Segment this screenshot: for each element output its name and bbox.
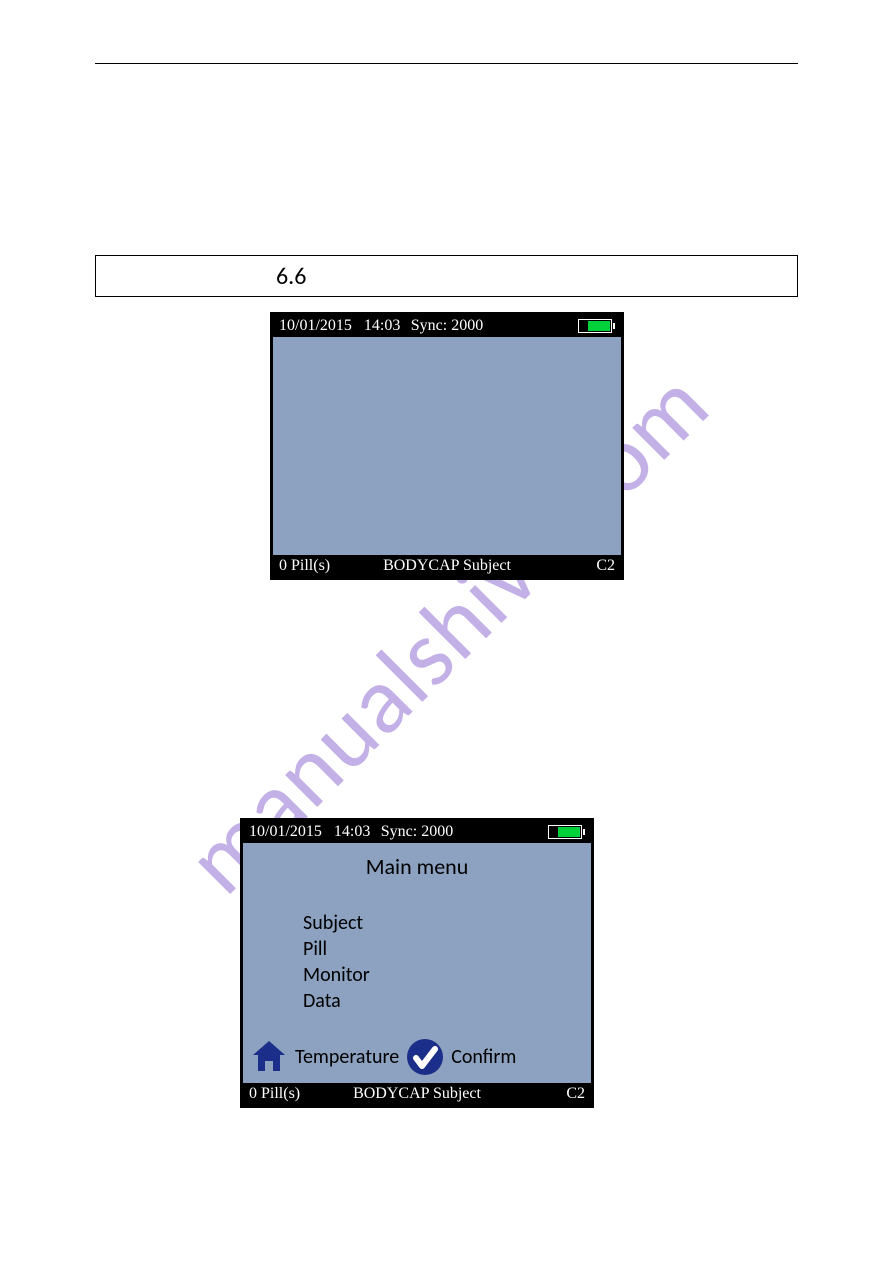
status-bar: 10/01/2015 14:03 Sync: 2000 [243, 821, 591, 843]
home-icon[interactable] [249, 1037, 289, 1077]
battery-icon [578, 319, 615, 333]
main-menu-list: Subject Pill Monitor Data [303, 910, 591, 1014]
status-date: 10/01/2015 [279, 315, 352, 337]
device-body: Main menu Subject Pill Monitor Data Temp… [243, 843, 591, 1083]
device-screen-1: 10/01/2015 14:03 Sync: 2000 0 Pill(s) BO… [270, 312, 624, 580]
status-sync: Sync: 2000 [381, 821, 453, 843]
footer-subject: BODYCAP Subject [353, 1083, 481, 1105]
footer-bar: 0 Pill(s) BODYCAP Subject C2 [273, 555, 621, 577]
footer-channel: C2 [566, 1083, 585, 1105]
section-number: 6.6 [276, 262, 306, 291]
check-circle-icon[interactable] [405, 1037, 445, 1077]
main-menu-title: Main menu [243, 853, 591, 880]
status-bar: 10/01/2015 14:03 Sync: 2000 [273, 315, 621, 337]
menu-item-subject[interactable]: Subject [303, 910, 591, 936]
footer-subject: BODYCAP Subject [383, 555, 511, 577]
status-time: 14:03 [334, 821, 370, 843]
battery-icon [548, 825, 585, 839]
menu-item-monitor[interactable]: Monitor [303, 962, 591, 988]
menu-item-data[interactable]: Data [303, 988, 591, 1014]
status-time: 14:03 [364, 315, 400, 337]
footer-bar: 0 Pill(s) BODYCAP Subject C2 [243, 1083, 591, 1105]
action-temperature-label[interactable]: Temperature [295, 1045, 399, 1069]
footer-channel: C2 [596, 555, 615, 577]
action-confirm-label[interactable]: Confirm [451, 1045, 516, 1069]
footer-pills: 0 Pill(s) [249, 1083, 300, 1105]
section-heading-box: 6.6 [95, 255, 798, 297]
status-sync: Sync: 2000 [411, 315, 483, 337]
action-bar: Temperature Confirm [243, 1037, 591, 1077]
status-date: 10/01/2015 [249, 821, 322, 843]
page-top-rule [95, 63, 798, 64]
footer-pills: 0 Pill(s) [279, 555, 330, 577]
menu-item-pill[interactable]: Pill [303, 936, 591, 962]
device-screen-2: 10/01/2015 14:03 Sync: 2000 Main menu Su… [240, 818, 594, 1108]
